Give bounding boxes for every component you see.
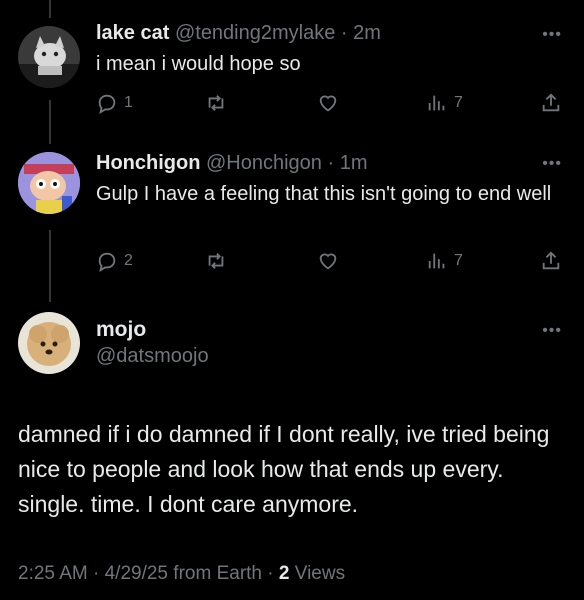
author-name[interactable]: Honchigon: [96, 152, 200, 174]
separator-dot: ·: [93, 563, 100, 584]
reply-count: 2: [124, 252, 133, 269]
post-source: from Earth: [173, 563, 262, 584]
share-icon: [542, 93, 560, 112]
action-bar: 1 7: [96, 90, 566, 116]
share-icon: [542, 251, 560, 270]
like-icon: [319, 253, 337, 270]
post-meta: 2:25 AM · 4/29/25 from Earth · 2 Views: [18, 563, 345, 585]
like-button[interactable]: [316, 90, 340, 116]
reply-icon: [98, 94, 116, 114]
more-icon[interactable]: •••: [542, 322, 562, 340]
share-button[interactable]: [540, 248, 562, 274]
action-bar: 2 7: [96, 248, 566, 274]
thread-line-middle: [49, 100, 51, 144]
views-label[interactable]: Views: [295, 563, 345, 584]
separator-dot: ·: [327, 152, 335, 174]
avatar[interactable]: [18, 152, 80, 214]
views-count: 7: [454, 252, 463, 269]
avatar[interactable]: [18, 312, 80, 374]
thread-line-bottom: [49, 230, 51, 302]
repost-button[interactable]: [204, 90, 228, 116]
thread-line-top: [49, 0, 51, 18]
post-text: i mean i would hope so: [96, 53, 301, 75]
views-icon: [428, 253, 445, 269]
like-icon: [319, 95, 337, 112]
more-icon[interactable]: •••: [542, 155, 562, 173]
reply-icon: [98, 252, 116, 272]
reply-button[interactable]: 2: [96, 248, 133, 274]
post-text: damned if i do damned if I dont really, …: [18, 421, 550, 517]
share-button[interactable]: [540, 90, 562, 116]
author-handle[interactable]: @datsmoojo: [96, 345, 209, 368]
views-icon: [428, 95, 445, 111]
reply-count: 1: [124, 94, 133, 111]
reply-button[interactable]: 1: [96, 90, 133, 116]
avatar[interactable]: [18, 26, 80, 88]
views-button[interactable]: 7: [426, 90, 463, 116]
more-icon[interactable]: •••: [542, 26, 562, 44]
views-button[interactable]: 7: [426, 248, 463, 274]
post-text: Gulp I have a feeling that this isn't go…: [96, 183, 552, 205]
post-date[interactable]: 4/29/25: [105, 563, 168, 584]
author-handle[interactable]: @tending2mylake: [175, 22, 335, 44]
repost-icon: [208, 253, 224, 269]
author-handle[interactable]: @Honchigon: [206, 152, 322, 174]
separator-dot: ·: [340, 22, 348, 44]
repost-icon: [208, 95, 224, 111]
post-time[interactable]: 1m: [340, 152, 368, 174]
author-name[interactable]: lake cat: [96, 22, 169, 44]
like-button[interactable]: [316, 248, 340, 274]
author-name[interactable]: mojo: [96, 318, 146, 342]
post-time[interactable]: 2:25 AM: [18, 563, 88, 584]
views-count: 7: [454, 94, 463, 111]
post-time[interactable]: 2m: [353, 22, 381, 44]
views-count[interactable]: 2: [279, 563, 290, 584]
separator-dot: ·: [267, 563, 274, 584]
repost-button[interactable]: [204, 248, 228, 274]
